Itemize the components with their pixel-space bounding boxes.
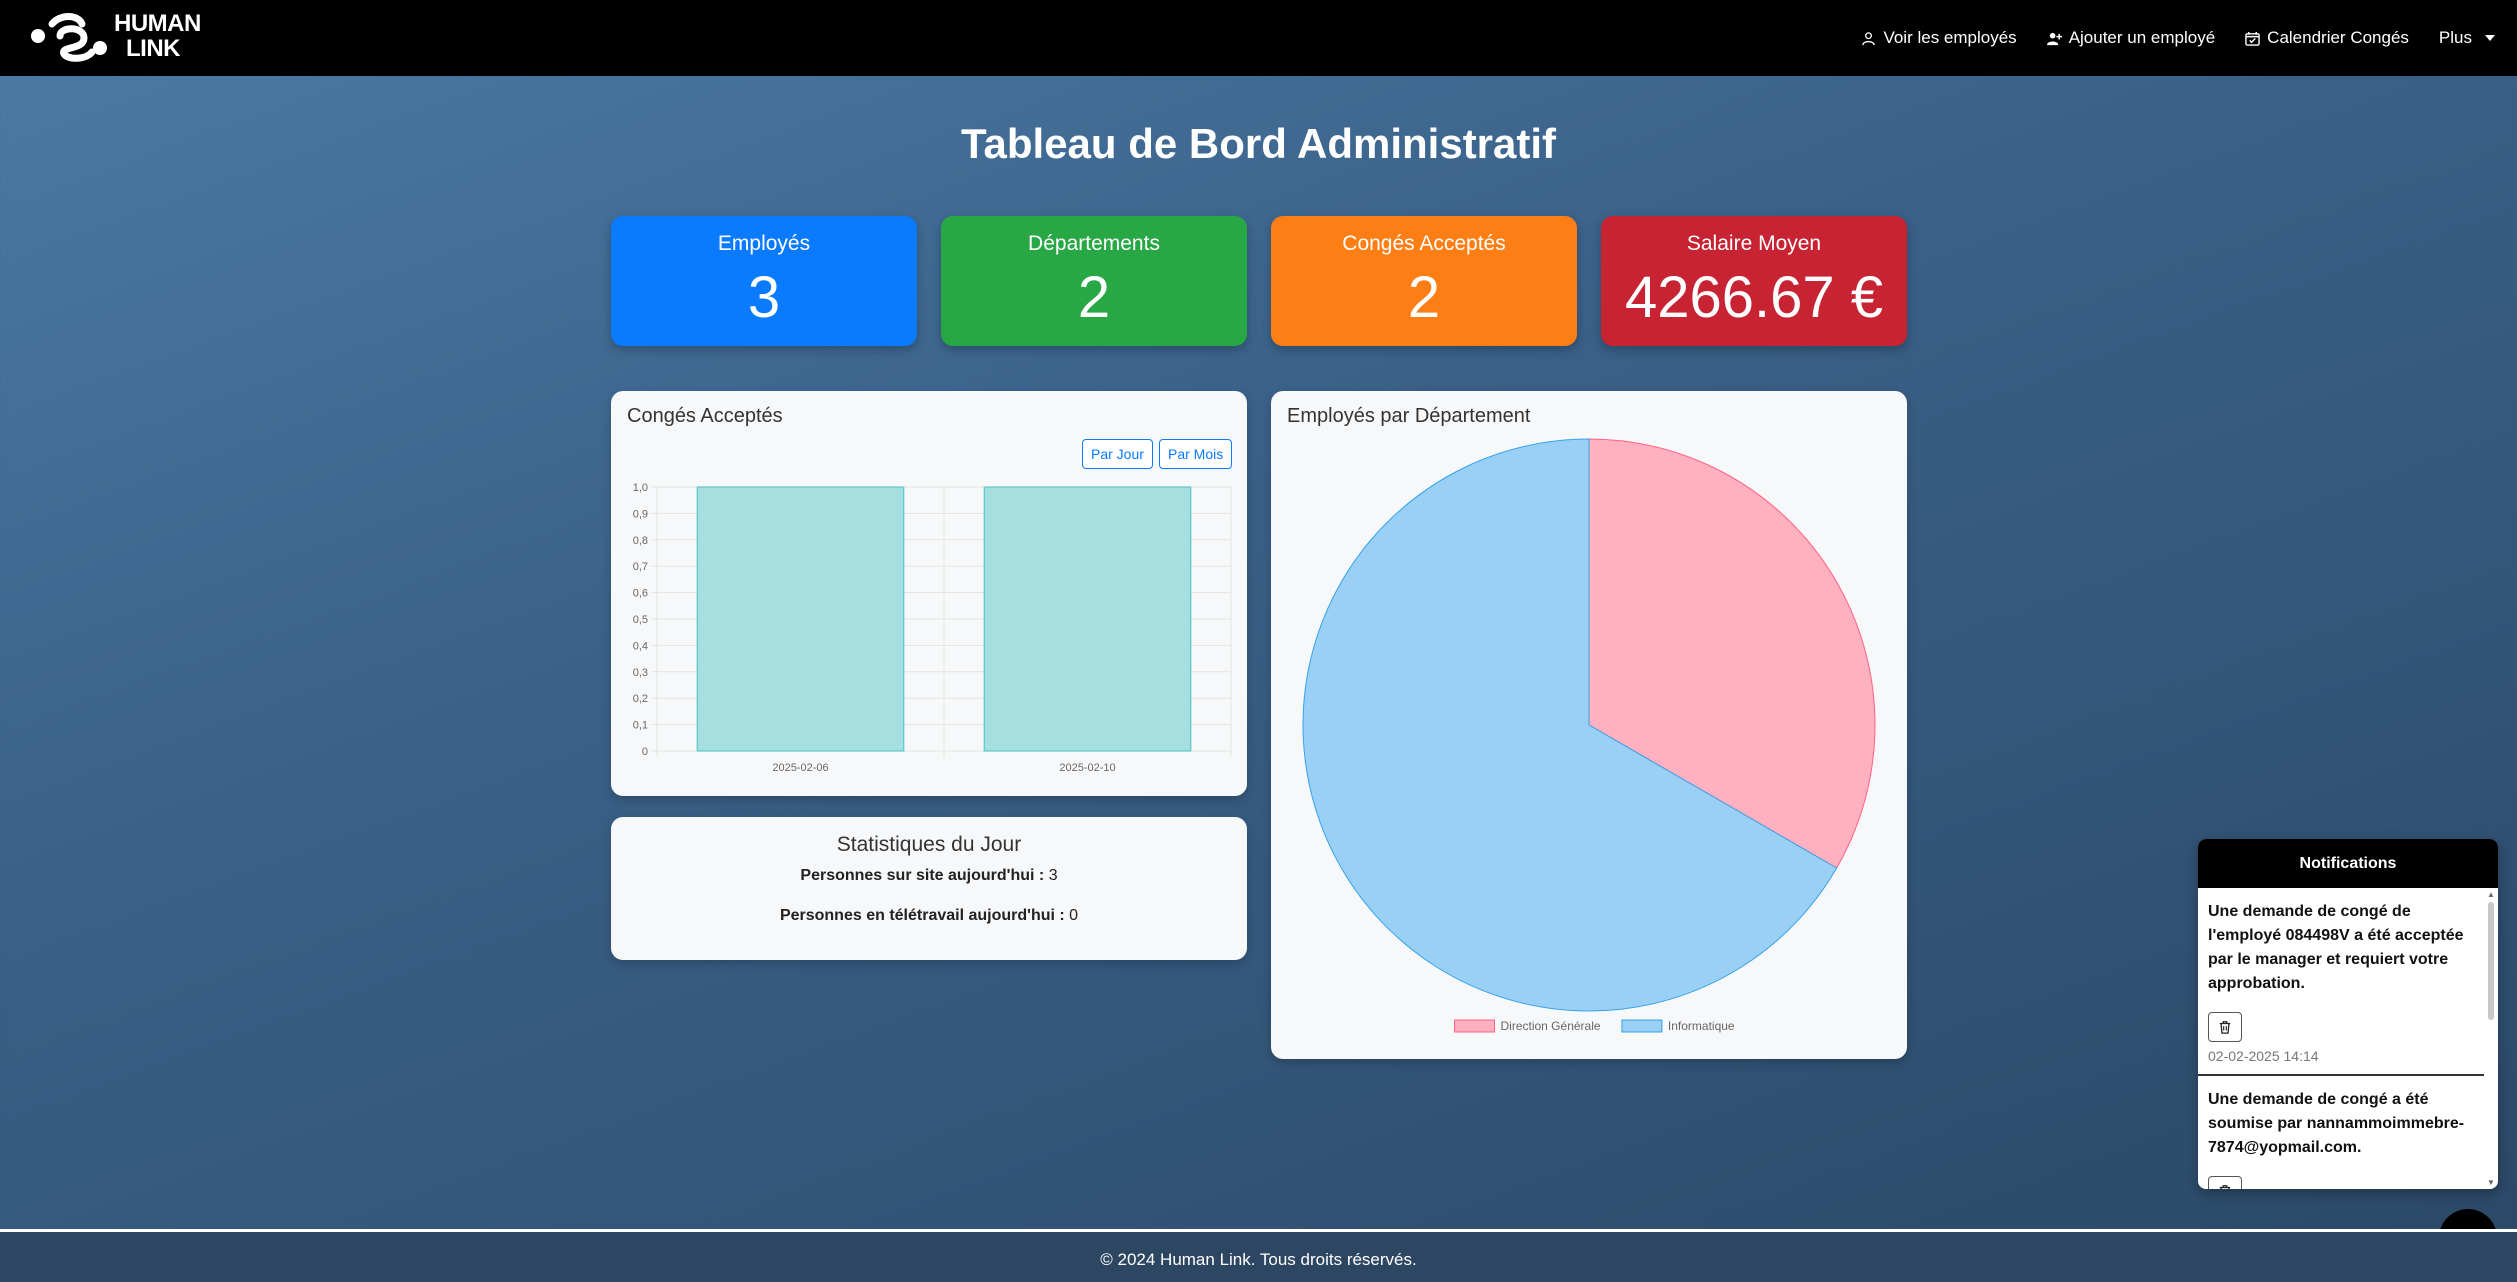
stat-label: Départements	[1028, 232, 1160, 255]
notification-message: Une demande de congé a été soumise par n…	[2208, 1091, 2465, 1156]
pie-chart: Direction Générale Informatique	[1302, 438, 1876, 1033]
stat-label: Congés Acceptés	[1342, 232, 1506, 255]
y-tick-label: 1,0	[633, 482, 648, 494]
daily-stats-panel: Statistiques du Jour Personnes sur site …	[611, 817, 1247, 960]
trash-icon	[2219, 1021, 2231, 1034]
stat-card-employees: Employés 3	[611, 216, 917, 346]
notifications-panel: Notifications Une demande de congé de l'…	[2198, 839, 2498, 1189]
stat-card-average-salary: Salaire Moyen 4266.67 €	[1601, 216, 1907, 346]
delete-notification-button[interactable]	[2208, 1012, 2242, 1042]
scroll-up-icon[interactable]: ▲	[2487, 890, 2495, 899]
nav-add-employee-label: Ajouter un employé	[2068, 28, 2216, 47]
bar-chart: 0 0,1 0,2 0,3 0,4 0,5 0,6 0,7 0,8 0,9 1,0 2025-02-0…	[633, 482, 1232, 774]
y-tick-label: 0,3	[633, 667, 648, 679]
stat-label: Employés	[717, 232, 811, 255]
notifications-title: Notifications	[2198, 839, 2498, 888]
nav-leave-calendar[interactable]: Calendrier Congés	[2245, 28, 2409, 48]
stat-value: 3	[747, 265, 781, 330]
scroll-down-icon[interactable]: ▼	[2487, 1178, 2495, 1187]
nav-leave-calendar-label: Calendrier Congés	[2267, 28, 2409, 47]
onsite-line: Personnes sur site aujourd'hui : 3	[611, 867, 1247, 885]
nav-more-label: Plus	[2438, 28, 2472, 47]
logo-icon	[31, 13, 107, 62]
y-tick-label: 0,5	[633, 614, 648, 626]
trash-icon	[2219, 1185, 2231, 1189]
stat-value: 2	[1077, 265, 1111, 330]
chevron-down-icon	[2485, 35, 2495, 41]
legend-swatch	[1621, 1019, 1663, 1033]
y-tick-label: 0,8	[633, 535, 648, 547]
bar	[696, 486, 905, 752]
x-tick-label: 2025-02-06	[772, 762, 828, 774]
navbar: HUMAN LINK Voir les employés Ajouter un …	[0, 0, 2517, 76]
bar	[983, 486, 1192, 752]
stat-value: 4266.67 €	[1624, 265, 1884, 330]
person-add-icon	[2046, 32, 2062, 45]
daily-stats-title: Statistiques du Jour	[836, 833, 1022, 856]
nav-view-employees[interactable]: Voir les employés	[1861, 28, 2017, 48]
notifications-scrollbar[interactable]: ▲ ▼	[2486, 888, 2496, 1189]
nav-view-employees-label: Voir les employés	[1883, 28, 2017, 47]
nav-more-dropdown[interactable]: Plus	[2439, 28, 2495, 48]
stat-card-accepted-leaves: Congés Acceptés 2	[1271, 216, 1577, 346]
x-tick-label: 2025-02-10	[1059, 762, 1115, 774]
notification-item: Une demande de congé de l'employé 084498…	[2198, 888, 2484, 1076]
nav-add-employee[interactable]: Ajouter un employé	[2046, 28, 2216, 48]
legend-label: Direction Générale	[1501, 1019, 1601, 1033]
stat-value: 2	[1407, 265, 1441, 330]
stat-card-departments: Départements 2	[941, 216, 1247, 346]
y-tick-label: 0,1	[633, 720, 648, 732]
logo-line2: LINK	[126, 35, 180, 62]
notification-message: Une demande de congé de l'employé 084498…	[2208, 903, 2464, 992]
notification-item: Une demande de congé a été soumise par n…	[2198, 1076, 2484, 1189]
y-tick-label: 0,7	[633, 561, 648, 573]
onsite-value: 3	[1048, 867, 1058, 884]
logo[interactable]: HUMAN LINK	[30, 10, 201, 62]
notifications-list[interactable]: Une demande de congé de l'employé 084498…	[2198, 888, 2498, 1189]
delete-notification-button[interactable]	[2208, 1176, 2242, 1189]
calendar-check-icon	[2245, 31, 2260, 46]
page-title: Tableau de Bord Administratif	[960, 120, 1557, 167]
nav-links: Voir les employés Ajouter un employé Cal…	[1861, 0, 2495, 76]
remote-label: Personnes en télétravail aujourd'hui :	[779, 907, 1065, 924]
notification-time: 02-02-2025 14:14	[2208, 1048, 2319, 1064]
legend-label: Informatique	[1668, 1019, 1735, 1033]
remote-value: 0	[1069, 907, 1079, 924]
y-tick-label: 0,2	[633, 693, 648, 705]
y-tick-label: 0,6	[633, 588, 648, 600]
logo-line1: HUMAN	[114, 10, 201, 37]
accepted-leaves-panel: Congés Acceptés Par Jour Par Mois 0 0,1 0,…	[611, 391, 1247, 796]
stat-label: Salaire Moyen	[1686, 232, 1822, 255]
y-tick-label: 0	[642, 746, 648, 758]
y-tick-label: 0,4	[633, 640, 648, 652]
y-tick-label: 0,9	[633, 508, 648, 520]
scroll-thumb[interactable]	[2488, 902, 2494, 1020]
employees-by-department-panel: Employés par Département Direction Génér…	[1271, 391, 1907, 1059]
footer: © 2024 Human Link. Tous droits réservés.	[0, 1232, 2517, 1282]
person-icon	[1862, 31, 1876, 45]
legend-swatch	[1454, 1019, 1495, 1033]
remote-line: Personnes en télétravail aujourd'hui : 0	[611, 907, 1247, 925]
logo-text: HUMAN LINK	[114, 11, 201, 61]
onsite-label: Personnes sur site aujourd'hui :	[800, 867, 1045, 884]
